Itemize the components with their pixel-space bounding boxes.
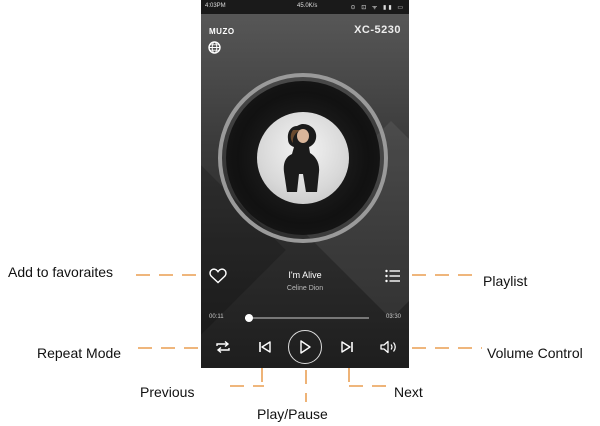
globe-icon[interactable] <box>208 41 221 54</box>
callout-previous: Previous <box>140 384 195 400</box>
status-network-speed: 45.0K/s <box>297 3 318 9</box>
status-icons: ⊙ ⊡ ᯤ ▮▮ ▭ <box>350 5 405 11</box>
song-artist: Celine Dion <box>286 285 324 292</box>
song-title: I'm Alive <box>288 270 322 280</box>
album-cover <box>257 112 349 204</box>
status-bar: 4:03PM 45.0K/s ⊙ ⊡ ᯤ ▮▮ ▭ <box>201 0 409 14</box>
callout-volume: Volume Control <box>487 345 583 361</box>
brand-label: MUZO <box>209 27 235 36</box>
play-icon <box>298 339 312 355</box>
progress-bar[interactable] <box>244 314 369 322</box>
callout-favorites: Add to favoraites <box>8 264 114 280</box>
volume-icon[interactable] <box>378 337 400 357</box>
device-model: XC-5230 <box>354 24 401 36</box>
callout-play-pause: Play/Pause <box>257 406 328 422</box>
repeat-icon[interactable] <box>213 337 233 357</box>
callout-repeat: Repeat Mode <box>37 345 122 361</box>
callout-playlist: Playlist <box>483 273 528 289</box>
skip-next-icon[interactable] <box>337 337 357 357</box>
total-time: 03:30 <box>385 314 401 320</box>
elapsed-time: 00:11 <box>209 314 224 320</box>
phone-screen: 4:03PM 45.0K/s ⊙ ⊡ ᯤ ▮▮ ▭ MUZO XC-5230 I… <box>201 0 409 368</box>
progress-knob[interactable] <box>244 314 253 322</box>
status-time: 4:03PM <box>205 3 226 9</box>
heart-icon[interactable] <box>208 266 228 286</box>
list-icon[interactable] <box>383 266 403 286</box>
play-pause-button[interactable] <box>288 330 322 364</box>
skip-previous-icon[interactable] <box>255 337 275 357</box>
callout-next: Next <box>394 384 423 400</box>
